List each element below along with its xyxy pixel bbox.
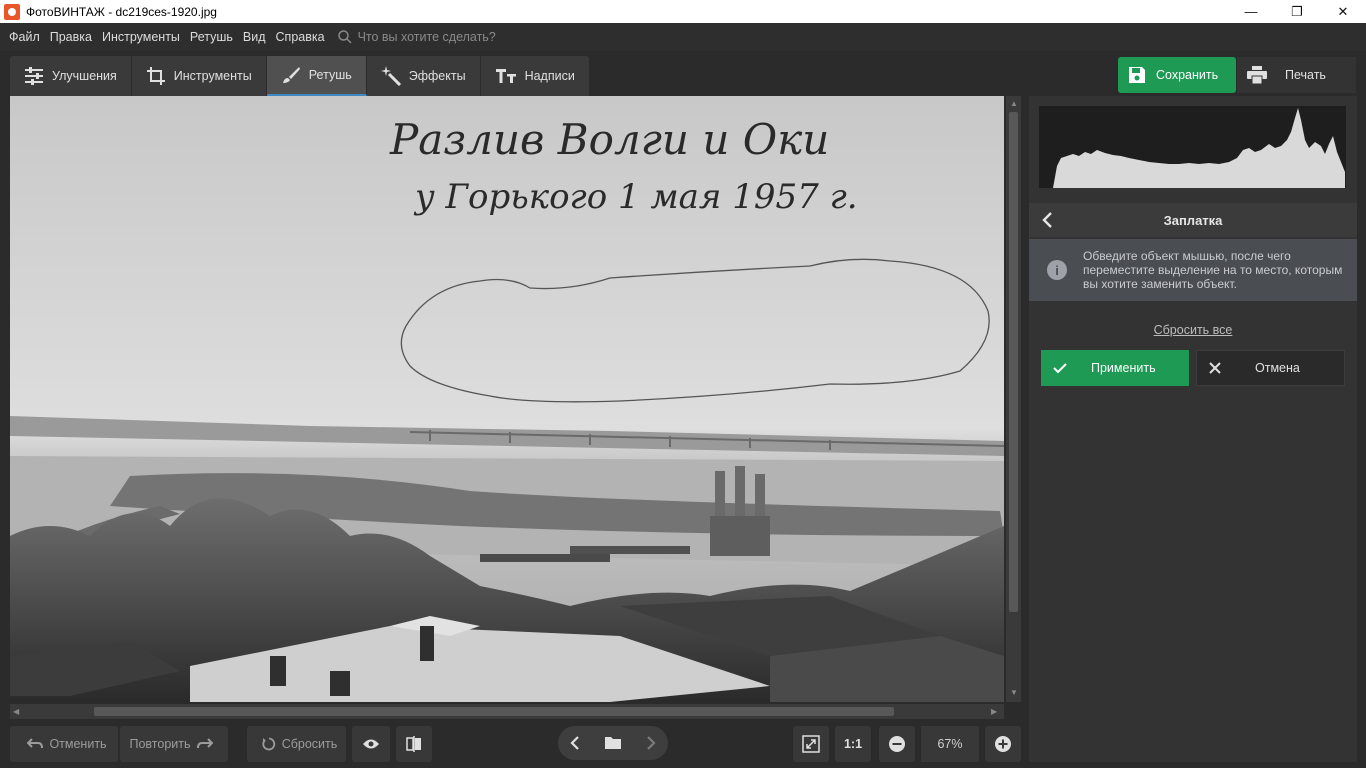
fit-to-screen-button[interactable] xyxy=(793,726,829,762)
tab-retouch[interactable]: Ретушь xyxy=(266,56,367,96)
eye-icon xyxy=(363,739,379,749)
search-placeholder: Что вы хотите сделать? xyxy=(357,30,496,44)
previous-photo-icon[interactable] xyxy=(570,736,580,750)
close-button[interactable]: ✕ xyxy=(1320,0,1366,23)
undo-label: Отменить xyxy=(49,737,107,751)
undo-button[interactable]: Отменить xyxy=(10,726,118,762)
save-label: Сохранить xyxy=(1156,68,1219,82)
menu-bar: Файл Правка Инструменты Ретушь Вид Справ… xyxy=(0,23,1366,51)
print-button[interactable]: Печать xyxy=(1237,57,1356,93)
zoom-in-button[interactable] xyxy=(985,726,1021,762)
floppy-disk-icon xyxy=(1129,67,1145,83)
tab-label: Инструменты xyxy=(173,69,252,83)
reset-button[interactable]: Сбросить xyxy=(247,726,346,762)
next-photo-icon[interactable] xyxy=(646,736,656,750)
photo-image: Разлив Волги и Оки у Горького 1 мая 1957… xyxy=(10,96,1004,702)
print-label: Печать xyxy=(1285,68,1326,82)
redo-button[interactable]: Повторить xyxy=(120,726,228,762)
tab-label: Улучшения xyxy=(52,69,117,83)
printer-icon xyxy=(1247,66,1267,84)
reset-icon xyxy=(262,737,275,751)
close-icon xyxy=(1209,362,1221,374)
photo-canvas[interactable]: Разлив Волги и Оки у Горького 1 мая 1957… xyxy=(10,96,1004,702)
maximize-button[interactable]: ❐ xyxy=(1274,0,1320,23)
tab-enhancements[interactable]: Улучшения xyxy=(10,56,132,96)
apply-button[interactable]: Применить xyxy=(1041,350,1189,386)
right-panel: Заплатка i Обведите объект мышью, после … xyxy=(1029,96,1357,762)
text-icon xyxy=(495,69,516,83)
menu-view[interactable]: Вид xyxy=(238,30,271,44)
cancel-button[interactable]: Отмена xyxy=(1196,350,1345,386)
magic-wand-icon xyxy=(380,66,401,86)
zoom-level[interactable]: 67% xyxy=(921,726,979,762)
reset-all-link[interactable]: Сбросить все xyxy=(1029,323,1357,337)
file-navigation xyxy=(558,726,668,760)
tab-label: Надписи xyxy=(524,69,575,83)
window-title: ФотоВИНТАЖ - dc219ces-1920.jpg xyxy=(26,4,217,19)
scroll-up-arrow-icon[interactable]: ▲ xyxy=(1010,99,1018,108)
photo-caption-line1: Разлив Волги и Оки xyxy=(389,115,829,164)
sliders-icon xyxy=(25,67,43,85)
chevron-left-icon[interactable] xyxy=(1041,211,1053,229)
info-icon: i xyxy=(1047,260,1067,280)
tab-label: Эффекты xyxy=(408,69,466,83)
save-button[interactable]: Сохранить xyxy=(1118,57,1236,93)
redo-label: Повторить xyxy=(129,737,191,751)
search-icon xyxy=(337,30,352,44)
horizontal-scroll-thumb[interactable] xyxy=(94,707,894,716)
scroll-down-arrow-icon[interactable]: ▼ xyxy=(1010,688,1018,697)
tab-label: Ретушь xyxy=(308,68,352,82)
apply-label: Применить xyxy=(1091,361,1156,375)
tab-effects[interactable]: Эффекты xyxy=(367,56,481,96)
tab-tools[interactable]: Инструменты xyxy=(132,56,267,96)
app-logo-icon xyxy=(4,3,20,20)
minimize-button[interactable]: — xyxy=(1228,0,1274,23)
redo-icon xyxy=(196,738,213,749)
info-box: i Обведите объект мышью, после чего пере… xyxy=(1029,239,1357,301)
vertical-scroll-thumb[interactable] xyxy=(1009,112,1018,612)
photo-caption-line2: у Горького 1 мая 1957 г. xyxy=(413,177,858,217)
cancel-label: Отмена xyxy=(1255,361,1300,375)
main-tabs: Улучшения Инструменты Ретушь Эффекты Над… xyxy=(10,56,589,96)
undo-icon xyxy=(27,738,44,749)
preview-toggle-button[interactable] xyxy=(352,726,390,762)
title-bar: ФотоВИНТАЖ - dc219ces-1920.jpg — ❐ ✕ xyxy=(0,0,1366,23)
menu-tools[interactable]: Инструменты xyxy=(97,30,185,44)
menu-edit[interactable]: Правка xyxy=(45,30,97,44)
panel-title: Заплатка xyxy=(1163,212,1223,228)
bottom-toolbar: Отменить Повторить Сбросить 1:1 67% xyxy=(0,720,1029,768)
compare-button[interactable] xyxy=(396,726,432,762)
zoom-in-icon xyxy=(995,736,1011,752)
reset-label: Сбросить xyxy=(281,737,338,751)
horizontal-scrollbar[interactable]: ◀ ▶ xyxy=(10,704,1004,719)
actual-size-button[interactable]: 1:1 xyxy=(835,726,871,762)
checkmark-icon xyxy=(1053,363,1067,374)
info-text: Обведите объект мышью, после чего переме… xyxy=(1083,249,1343,291)
scroll-right-arrow-icon[interactable]: ▶ xyxy=(991,707,997,716)
tab-captions[interactable]: Надписи xyxy=(481,56,589,96)
search-box[interactable]: Что вы хотите сделать? xyxy=(337,30,496,44)
folder-icon[interactable] xyxy=(604,736,622,750)
menu-retouch[interactable]: Ретушь xyxy=(185,30,238,44)
brush-icon xyxy=(282,67,300,83)
fit-screen-icon xyxy=(802,735,820,753)
panel-header: Заплатка xyxy=(1029,203,1357,237)
zoom-out-button[interactable] xyxy=(879,726,915,762)
menu-file[interactable]: Файл xyxy=(4,30,45,44)
crop-icon xyxy=(146,67,165,85)
histogram xyxy=(1039,106,1346,188)
compare-icon xyxy=(406,736,421,752)
zoom-out-icon xyxy=(889,736,905,752)
vertical-scrollbar[interactable]: ▲ ▼ xyxy=(1006,96,1021,702)
menu-help[interactable]: Справка xyxy=(271,30,330,44)
scroll-left-arrow-icon[interactable]: ◀ xyxy=(13,707,19,716)
